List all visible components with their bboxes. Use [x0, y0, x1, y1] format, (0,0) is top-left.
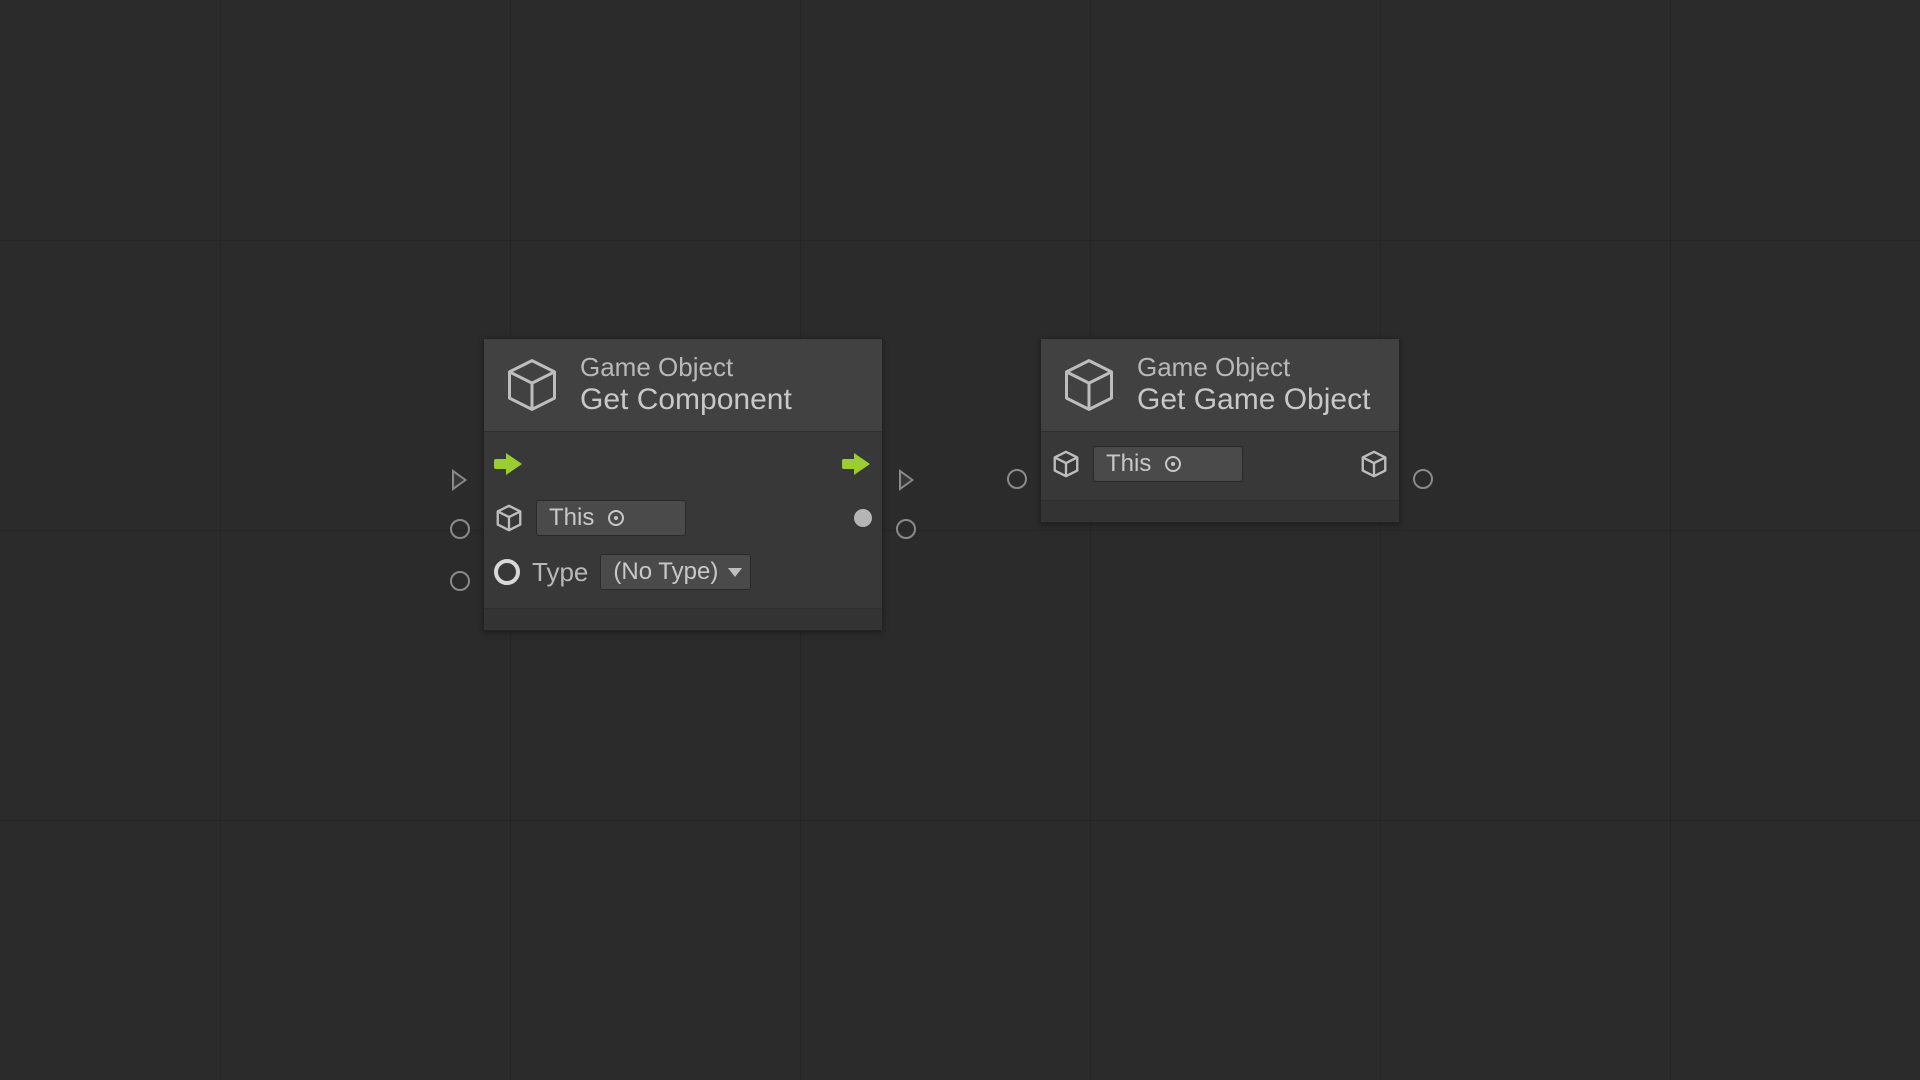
node-category: Game Object	[1137, 353, 1370, 383]
component-output-icon	[854, 509, 872, 527]
node-body: This	[1041, 432, 1399, 500]
game-object-port-icon	[494, 503, 524, 533]
target-object-value: This	[549, 504, 594, 532]
type-label: Type	[532, 557, 588, 588]
node-body: This Type (No Type)	[484, 432, 882, 608]
object-picker-icon[interactable]	[1165, 456, 1181, 472]
game-object-output-icon	[1359, 449, 1389, 479]
row-target: This	[494, 494, 872, 542]
target-in-port[interactable]	[450, 519, 470, 539]
node-footer	[1041, 500, 1399, 522]
game-object-port-icon	[1051, 449, 1081, 479]
flow-out-arrow-icon	[842, 454, 872, 474]
object-picker-icon[interactable]	[608, 510, 624, 526]
node-get-game-object[interactable]: Game Object Get Game Object This	[1040, 338, 1400, 523]
flow-in-port[interactable]	[452, 469, 467, 491]
chevron-down-icon	[728, 568, 742, 577]
component-out-port[interactable]	[896, 519, 916, 539]
game-object-out-port[interactable]	[1413, 469, 1433, 489]
node-header[interactable]: Game Object Get Component	[484, 339, 882, 432]
type-dropdown-value: (No Type)	[613, 558, 718, 586]
type-dropdown[interactable]: (No Type)	[600, 554, 751, 590]
flow-in-arrow-icon	[494, 454, 524, 474]
game-object-icon	[502, 355, 562, 415]
type-port-icon	[494, 559, 520, 585]
node-footer	[484, 608, 882, 630]
game-object-icon	[1059, 355, 1119, 415]
row-type: Type (No Type)	[494, 548, 872, 596]
node-header[interactable]: Game Object Get Game Object	[1041, 339, 1399, 432]
target-object-field[interactable]: This	[1093, 446, 1243, 482]
node-title: Get Component	[580, 383, 792, 418]
node-title: Get Game Object	[1137, 383, 1370, 418]
visual-scripting-canvas[interactable]: Game Object Get Component	[0, 0, 1920, 1080]
target-object-value: This	[1106, 450, 1151, 478]
target-object-field[interactable]: This	[536, 500, 686, 536]
type-in-port[interactable]	[450, 571, 470, 591]
node-category: Game Object	[580, 353, 792, 383]
row-flow	[494, 440, 872, 488]
target-in-port[interactable]	[1007, 469, 1027, 489]
flow-out-port[interactable]	[899, 469, 914, 491]
row-target: This	[1051, 440, 1389, 488]
node-get-component[interactable]: Game Object Get Component	[483, 338, 883, 631]
